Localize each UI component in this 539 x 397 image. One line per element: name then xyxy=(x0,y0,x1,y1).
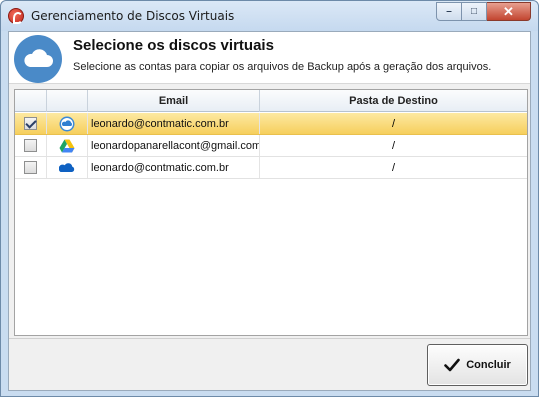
app-logo-icon xyxy=(8,8,24,24)
destination-cell[interactable]: / xyxy=(260,135,527,156)
column-header-check[interactable] xyxy=(15,90,47,112)
row-checkbox-cell xyxy=(15,113,47,134)
close-button[interactable]: ✕ xyxy=(487,2,531,21)
header-panel: Selecione os discos virtuais Selecione a… xyxy=(9,32,530,84)
destination-cell[interactable]: / xyxy=(260,113,527,134)
done-button-label: Concluir xyxy=(466,359,511,371)
table-row[interactable]: leonardopanarellacont@gmail.com / xyxy=(15,135,527,157)
row-checkbox-cell xyxy=(15,157,47,178)
checkmark-icon xyxy=(444,358,460,372)
google-drive-icon xyxy=(59,139,75,152)
minimize-button[interactable]: – xyxy=(436,2,462,21)
table-row[interactable]: leonardo@contmatic.com.br / xyxy=(15,157,527,179)
window-title: Gerenciamento de Discos Virtuais xyxy=(31,9,235,23)
row-checkbox-cell xyxy=(15,135,47,156)
onedrive-icon xyxy=(59,162,75,172)
row-checkbox[interactable] xyxy=(24,117,37,130)
email-cell: leonardo@contmatic.com.br xyxy=(88,157,260,178)
page-title: Selecione os discos virtuais xyxy=(73,37,274,54)
cloud-icon xyxy=(14,35,62,83)
title-bar[interactable]: Gerenciamento de Discos Virtuais – □ ✕ xyxy=(1,1,538,31)
accounts-grid: Email Pasta de Destino leonardo@contmati… xyxy=(14,89,528,336)
grid-header: Email Pasta de Destino xyxy=(15,90,527,112)
email-cell: leonardopanarellacont@gmail.com xyxy=(88,135,260,156)
service-cell xyxy=(47,157,88,178)
column-header-icon[interactable] xyxy=(47,90,88,112)
column-header-destination[interactable]: Pasta de Destino xyxy=(260,90,527,112)
email-cell: leonardo@contmatic.com.br xyxy=(88,113,260,134)
service-cell xyxy=(47,135,88,156)
dialog-body: Selecione os discos virtuais Selecione a… xyxy=(8,31,531,391)
destination-cell[interactable]: / xyxy=(260,157,527,178)
dialog-window: Gerenciamento de Discos Virtuais – □ ✕ S… xyxy=(0,0,539,397)
page-subtitle: Selecione as contas para copiar os arqui… xyxy=(73,61,492,73)
service-cell xyxy=(47,113,88,134)
table-row[interactable]: leonardo@contmatic.com.br / xyxy=(15,113,527,135)
row-checkbox[interactable] xyxy=(24,139,37,152)
column-header-email[interactable]: Email xyxy=(88,90,260,112)
onedrive-icon xyxy=(59,116,75,131)
window-controls: – □ ✕ xyxy=(436,2,531,21)
done-button[interactable]: Concluir xyxy=(427,344,528,386)
footer-panel: Concluir xyxy=(9,338,530,390)
maximize-button[interactable]: □ xyxy=(462,2,487,21)
row-checkbox[interactable] xyxy=(24,161,37,174)
